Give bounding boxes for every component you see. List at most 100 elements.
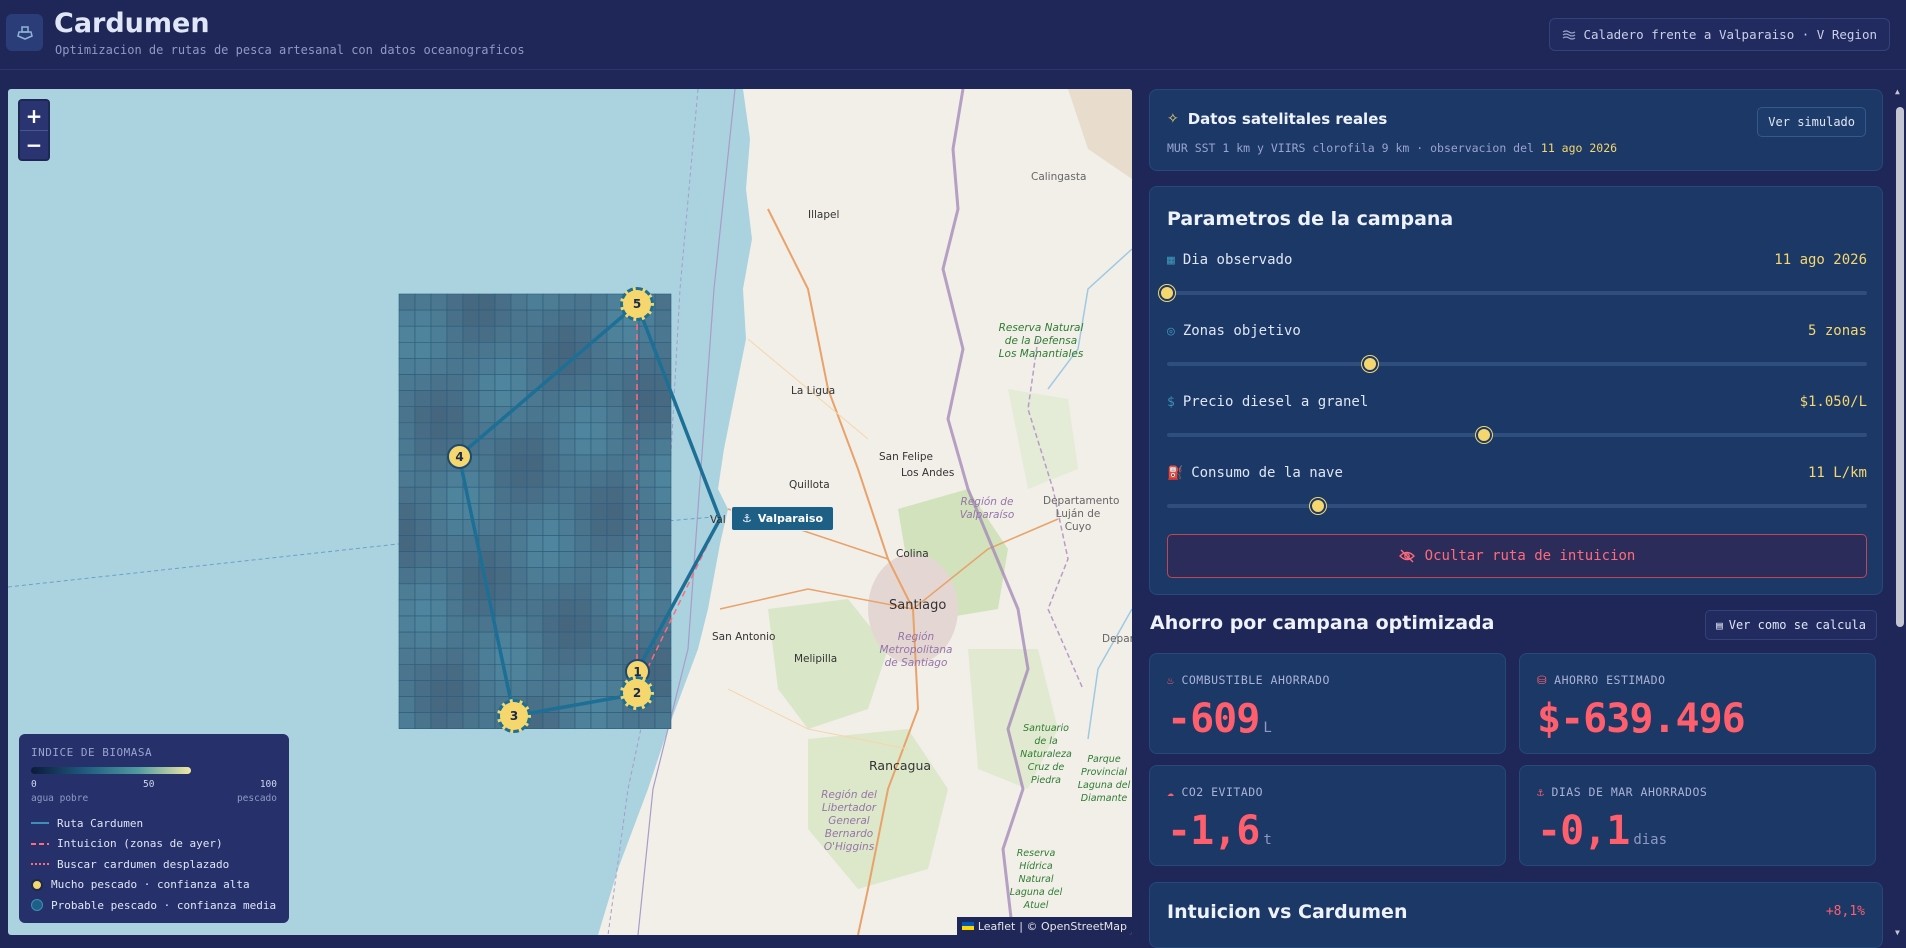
zoom-in-button[interactable]: + (20, 101, 48, 130)
biomass-cell (526, 422, 544, 440)
biomass-cell (414, 567, 432, 585)
dotted-line-swatch (31, 863, 49, 866)
biomass-cell (494, 567, 512, 585)
route-point-5[interactable]: 5 (620, 287, 654, 321)
biomass-cell (446, 599, 464, 617)
biomass-cell (638, 535, 656, 552)
biomass-cell (462, 422, 480, 440)
biomass-cell (638, 486, 656, 504)
biomass-cell (558, 680, 576, 697)
biomass-cell (526, 309, 544, 327)
biomass-cell (398, 535, 416, 552)
hide-intuition-route-button[interactable]: Ocultar ruta de intuicion (1167, 534, 1867, 578)
biomass-cell (526, 470, 544, 488)
observed-day-slider[interactable] (1167, 291, 1867, 295)
biomass-cell (606, 374, 624, 391)
biomass-cell (526, 406, 544, 424)
osm-link[interactable]: | © OpenStreetMap (1019, 920, 1127, 933)
observed-day-slider-thumb[interactable] (1159, 285, 1175, 301)
panel-scrollbar[interactable]: ▲ ▼ (1893, 87, 1906, 937)
zoom-out-button[interactable]: − (20, 130, 48, 159)
biomass-cell (526, 342, 544, 359)
how-calculated-button[interactable]: ▤ Ver como se calcula (1705, 610, 1877, 640)
biomass-cell (574, 519, 592, 536)
how-calculated-label: Ver como se calcula (1728, 618, 1866, 632)
biomass-cell (462, 680, 480, 697)
metric-value: -1,6 (1167, 808, 1260, 854)
biomass-cell (558, 374, 576, 391)
route-point-3[interactable]: 3 (497, 699, 531, 733)
target-zones-slider[interactable] (1167, 362, 1867, 366)
biomass-cell (478, 631, 496, 649)
leaflet-link[interactable]: Leaflet (978, 920, 1015, 933)
scrollbar-thumb[interactable] (1896, 107, 1904, 627)
biomass-cell (542, 631, 560, 649)
biomass-cell (574, 325, 592, 343)
legend-item-label: Probable pescado · confianza media (51, 898, 277, 912)
biomass-cell (606, 454, 624, 472)
biomass-cell (542, 454, 560, 472)
biomass-cell (510, 358, 528, 375)
param-label: Consumo de la nave (1191, 465, 1343, 481)
biomass-cell (590, 454, 608, 472)
metric-unit: dias (1633, 832, 1668, 848)
scroll-up-arrow-icon[interactable]: ▲ (1895, 87, 1900, 96)
biomass-cell (510, 502, 528, 520)
biomass-cell (526, 454, 544, 472)
biomass-cell (462, 342, 480, 359)
biomass-cell (606, 663, 624, 681)
target-zones-slider-thumb[interactable] (1362, 356, 1378, 372)
waves-icon (1562, 29, 1575, 40)
metric-fuel-saved: ♨ COMBUSTIBLE AHORRADO -609 L (1149, 653, 1506, 754)
app-title: Cardumen (54, 8, 210, 39)
view-simulated-button[interactable]: Ver simulado (1757, 107, 1866, 137)
biomass-cell (398, 631, 416, 649)
biomass-cell (510, 309, 528, 327)
target-icon: ◎ (1167, 323, 1175, 339)
biomass-cell (574, 631, 592, 649)
biomass-cell (446, 502, 464, 520)
biomass-cell (638, 502, 656, 520)
biomass-cell (574, 712, 592, 729)
ukraine-flag-icon (961, 922, 974, 930)
region-selector[interactable]: Caladero frente a Valparaiso · V Region (1548, 18, 1890, 51)
legend-item-intuition: Intuicion (zonas de ayer) (31, 834, 277, 855)
biomass-cell (590, 712, 608, 729)
scroll-down-arrow-icon[interactable]: ▼ (1895, 928, 1900, 937)
legend-tick-max: 100 (259, 779, 277, 790)
biomass-cell (654, 293, 672, 311)
diesel-price-slider-thumb[interactable] (1476, 427, 1493, 443)
biomass-cell (430, 470, 448, 488)
legend-tick-mid: 50 (143, 779, 155, 790)
biomass-cell (414, 583, 432, 601)
biomass-cell (606, 470, 624, 488)
biomass-cell (574, 406, 592, 424)
diesel-price-slider[interactable] (1167, 433, 1867, 437)
biomass-cell (590, 519, 608, 536)
consumption-slider[interactable] (1167, 504, 1867, 508)
biomass-gradient (31, 767, 191, 774)
biomass-cell (590, 647, 608, 665)
biomass-cell (654, 438, 672, 456)
biomass-cell (462, 358, 480, 375)
route-point-2[interactable]: 2 (620, 676, 654, 710)
biomass-cell (414, 502, 432, 520)
metric-value: -609 (1167, 696, 1260, 742)
biomass-cell (430, 502, 448, 520)
biomass-cell (398, 454, 416, 472)
biomass-cell (526, 486, 544, 504)
biomass-cell (542, 390, 560, 408)
route-point-4[interactable]: 4 (447, 444, 472, 469)
fishing-map[interactable]: 1 2 3 4 5 Calingasta Illapel La Ligua Sa… (8, 89, 1132, 935)
biomass-cell (398, 551, 416, 569)
biomass-cell (446, 374, 464, 391)
biomass-cell (510, 454, 528, 472)
biomass-cell (414, 615, 432, 633)
consumption-slider-thumb[interactable] (1310, 498, 1327, 514)
biomass-cell (446, 422, 464, 440)
biomass-cell (398, 309, 416, 327)
port-marker-valparaiso[interactable]: ⚓ Valparaiso (731, 506, 834, 531)
satellite-title: ✧ Datos satelitales reales (1167, 110, 1387, 128)
biomass-cell (494, 390, 512, 408)
biomass-cell (478, 454, 496, 472)
